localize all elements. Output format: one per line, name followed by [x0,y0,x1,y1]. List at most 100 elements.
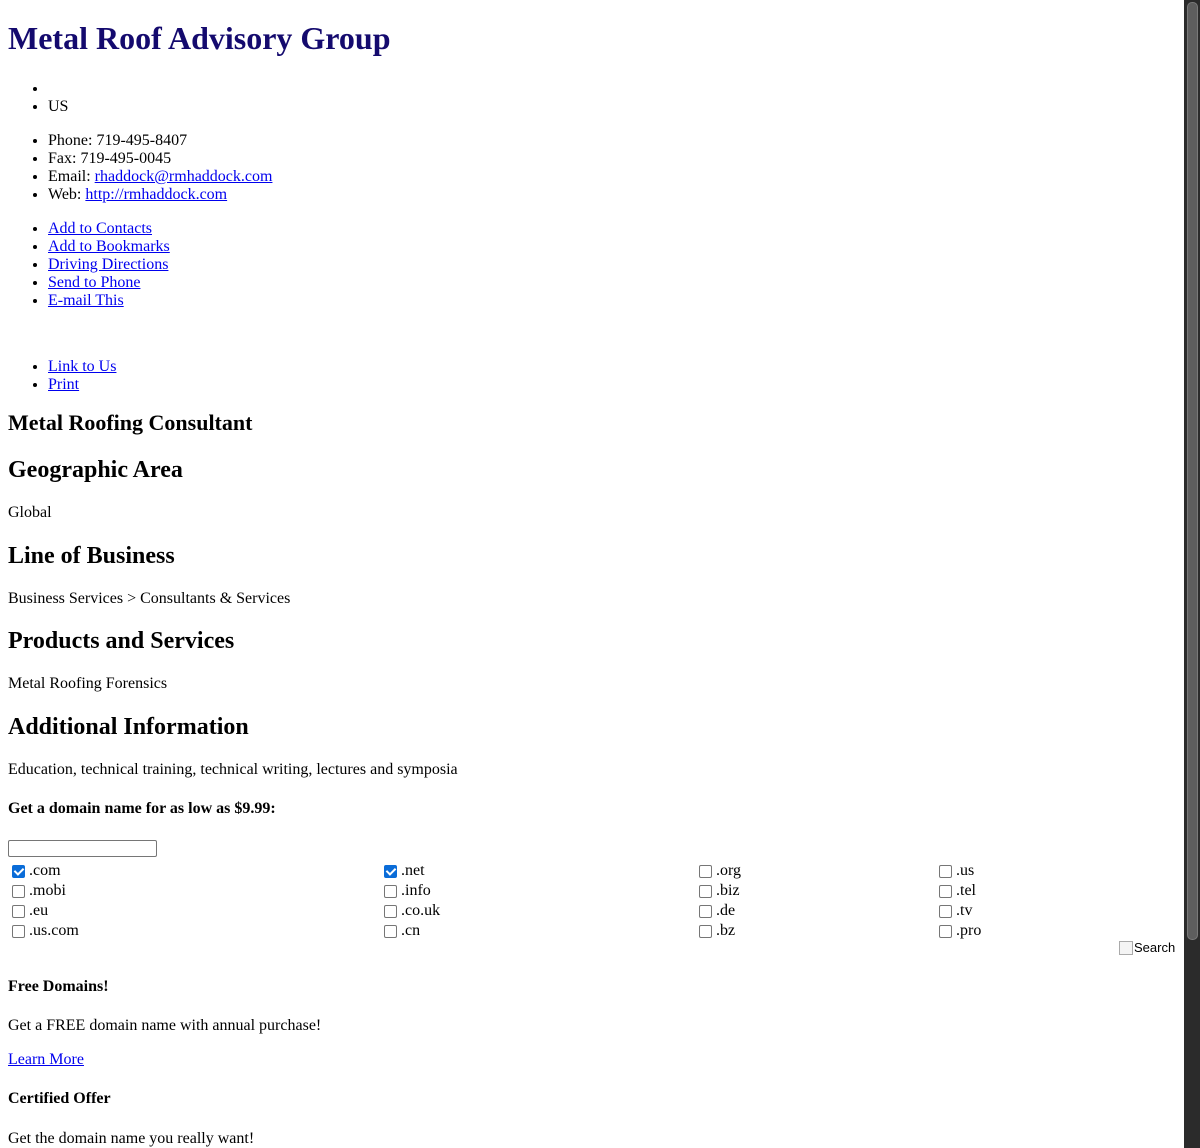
tld-label: .eu [29,902,49,919]
add-to-bookmarks-link[interactable]: Add to Bookmarks [48,238,170,255]
learn-more-link[interactable]: Learn More [8,1051,84,1069]
print-link[interactable]: Print [48,376,79,393]
phone-label: Phone: [48,132,97,149]
scrollbar-thumb[interactable] [1187,2,1198,940]
tld-option-eu[interactable]: .eu [8,901,48,921]
tld-label: .net [401,862,425,879]
address-list: US [8,80,68,116]
geographic-area-value: Global [8,504,52,521]
business-name: Metal Roof Advisory Group [8,20,391,56]
domain-search-heading: Get a domain name for as low as $9.99: [8,800,276,817]
tld-checkbox-co-uk[interactable] [384,904,397,918]
tld-label: .tv [956,902,973,919]
tld-option-tv[interactable]: .tv [935,901,972,921]
business-tagline: Metal Roofing Consultant [8,410,253,435]
email-item: Email: rhaddock@rmhaddock.com [48,168,272,186]
tld-label: .cn [401,922,421,939]
promo-heading-free-domains: Free Domains! [8,978,109,995]
tld-option-pro[interactable]: .pro [935,921,981,941]
action-item: Driving Directions [48,256,170,274]
tld-option-mobi[interactable]: .mobi [8,881,66,901]
tld-option-net[interactable]: .net [380,861,425,881]
fax-item: Fax: 719-495-0045 [48,150,272,168]
tld-checkbox-bz[interactable] [699,924,712,938]
tld-checkbox-cn[interactable] [384,924,397,938]
tld-label: .tel [956,882,976,899]
web-label: Web: [48,186,86,203]
email-this-link[interactable]: E-mail This [48,292,124,309]
tld-option-de[interactable]: .de [695,901,735,921]
tld-option-bz[interactable]: .bz [695,921,735,941]
tld-label: .us.com [29,922,79,939]
action-item: Send to Phone [48,274,170,292]
line-of-business-value: Business Services > Consultants & Servic… [8,590,291,607]
tld-checkbox-tv[interactable] [939,904,952,918]
additional-info-value: Education, technical training, technical… [8,761,458,778]
tld-option-us-com[interactable]: .us.com [8,921,79,941]
tld-checkbox-pro[interactable] [939,924,952,938]
link-to-us-link[interactable]: Link to Us [48,358,116,375]
tld-label: .biz [716,882,740,899]
phone-value: 719-495-8407 [96,132,188,149]
contact-list: Phone: 719-495-8407 Fax: 719-495-0045 Em… [8,132,272,204]
vertical-scrollbar[interactable] [1184,0,1200,1148]
tld-option-co-uk[interactable]: .co.uk [380,901,440,921]
tld-option-tel[interactable]: .tel [935,881,976,901]
driving-directions-link[interactable]: Driving Directions [48,256,168,273]
add-to-contacts-link[interactable]: Add to Contacts [48,220,152,237]
tld-checkbox-biz[interactable] [699,884,712,898]
tld-checkbox-org[interactable] [699,864,712,878]
tld-label: .com [29,862,61,879]
tld-option-info[interactable]: .info [380,881,431,901]
section-heading-additional-info: Additional Information [8,714,249,740]
address-line: US [48,98,68,116]
action-item: Add to Contacts [48,220,170,238]
email-label: Email: [48,168,95,185]
tld-label: .org [716,862,742,879]
tld-checkbox-com[interactable] [12,864,25,878]
tld-checkbox-info[interactable] [384,884,397,898]
products-services-value: Metal Roofing Forensics [8,675,168,692]
domain-search-input[interactable] [8,840,157,857]
tld-option-us[interactable]: .us [935,861,974,881]
website-link[interactable]: http://rmhaddock.com [85,186,227,203]
tld-checkbox-mobi[interactable] [12,884,25,898]
section-heading-geographic-area: Geographic Area [8,457,183,483]
tld-checkbox-de[interactable] [699,904,712,918]
email-link[interactable]: rhaddock@rmhaddock.com [95,168,273,185]
tld-option-org[interactable]: .org [695,861,741,881]
address-line [48,80,68,98]
tld-label: .de [716,902,736,919]
tld-label: .mobi [29,882,66,899]
tld-label: .co.uk [401,902,441,919]
promo-heading-certified-offer: Certified Offer [8,1090,111,1107]
tld-option-com[interactable]: .com [8,861,61,881]
search-button-label: Search [1134,940,1176,955]
tld-label: .us [956,862,975,879]
action-item: Print [48,376,116,394]
phone-item: Phone: 719-495-8407 [48,132,272,150]
secondary-actions-list: Link to Us Print [8,358,116,394]
tld-checkbox-tel[interactable] [939,884,952,898]
tld-checkbox-us[interactable] [939,864,952,878]
broken-image-icon [1119,940,1133,955]
web-item: Web: http://rmhaddock.com [48,186,272,204]
search-button[interactable]: Search [1119,940,1175,955]
section-heading-line-of-business: Line of Business [8,543,175,569]
promo-body-certified-offer: Get the domain name you really want! [8,1130,255,1147]
tld-label: .pro [956,922,982,939]
actions-list: Add to Contacts Add to Bookmarks Driving… [8,220,170,310]
tld-label: .bz [716,922,736,939]
fax-value: 719-495-0045 [80,150,172,167]
section-heading-products-services: Products and Services [8,628,235,654]
tld-checkbox-net[interactable] [384,864,397,878]
send-to-phone-link[interactable]: Send to Phone [48,274,140,291]
tld-option-biz[interactable]: .biz [695,881,740,901]
tld-checkbox-us-com[interactable] [12,924,25,938]
promo-body-free-domains: Get a FREE domain name with annual purch… [8,1017,322,1034]
tld-checkbox-eu[interactable] [12,904,25,918]
action-item: Add to Bookmarks [48,238,170,256]
tld-option-cn[interactable]: .cn [380,921,420,941]
tld-label: .info [401,882,431,899]
fax-label: Fax: [48,150,81,167]
